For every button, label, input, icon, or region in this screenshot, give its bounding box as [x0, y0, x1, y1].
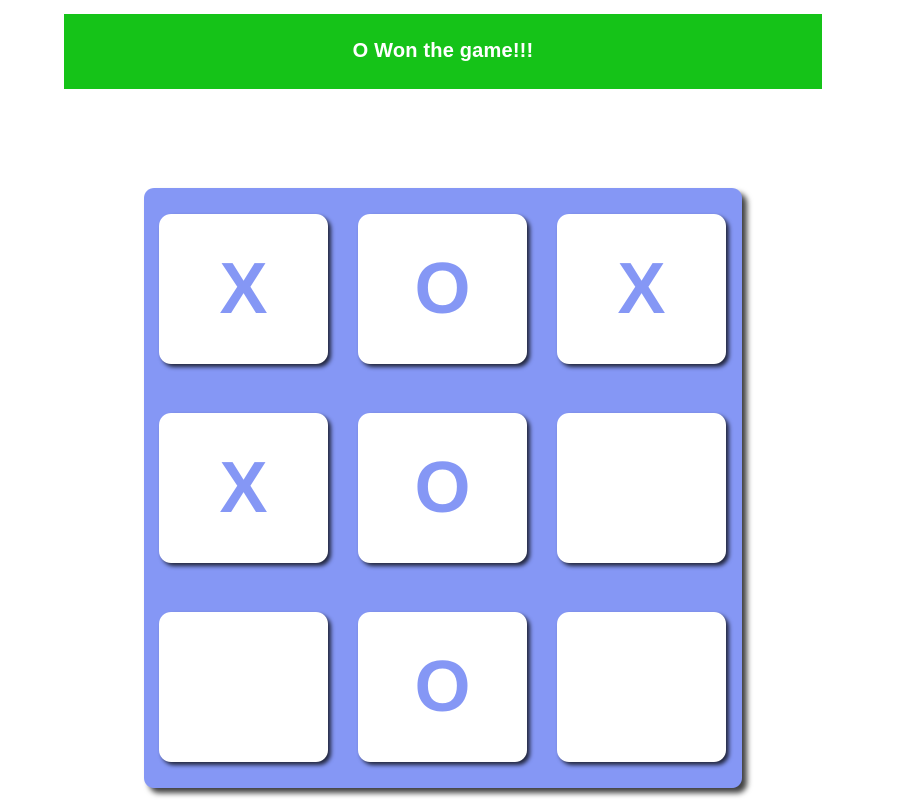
cell-mark: O [414, 647, 471, 727]
cell-mark: X [617, 249, 666, 329]
board-cell-2[interactable]: O [358, 214, 527, 364]
game-page: O Won the game!!! X O X X O O [0, 0, 910, 810]
board-cell-4[interactable]: X [159, 413, 328, 563]
board-cell-1[interactable]: X [159, 214, 328, 364]
cell-mark: O [414, 448, 471, 528]
board-cell-9[interactable] [557, 612, 726, 762]
cell-mark: X [219, 448, 268, 528]
board-cell-3[interactable]: X [557, 214, 726, 364]
board-cell-6[interactable] [557, 413, 726, 563]
board-cell-8[interactable]: O [358, 612, 527, 762]
tic-tac-toe-board: X O X X O O [144, 188, 742, 788]
game-status-banner: O Won the game!!! [64, 14, 822, 89]
game-status-text: O Won the game!!! [352, 40, 534, 62]
board-cell-5[interactable]: O [358, 413, 527, 563]
cell-mark: X [219, 249, 268, 329]
cell-mark: O [414, 249, 471, 329]
board-cell-7[interactable] [159, 612, 328, 762]
